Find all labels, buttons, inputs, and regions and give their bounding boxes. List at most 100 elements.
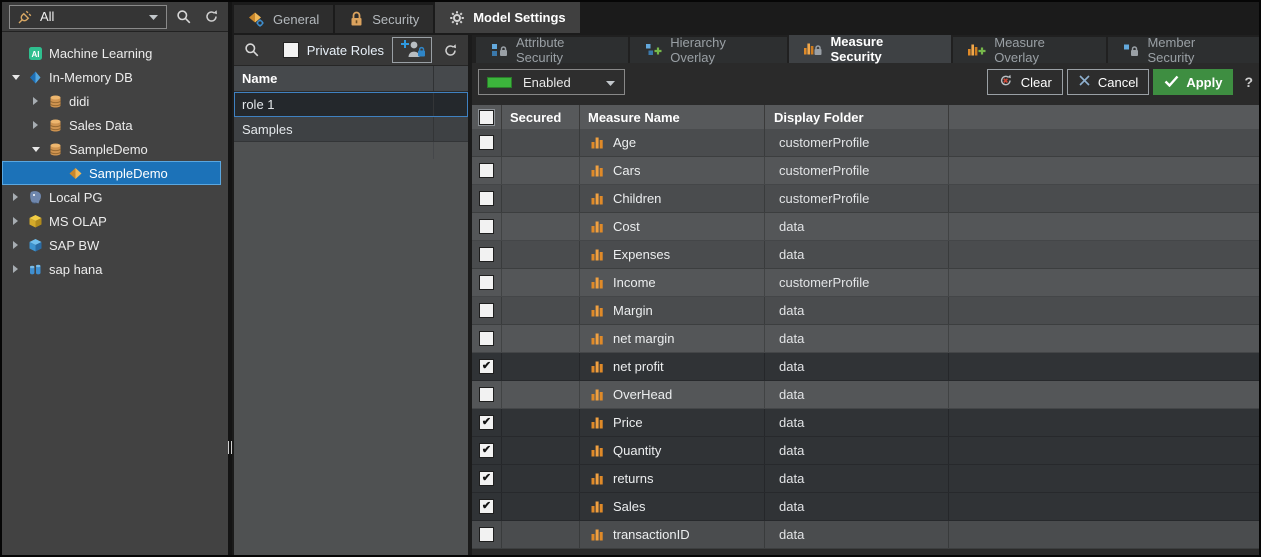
measure-icon — [591, 388, 604, 401]
search-icon[interactable] — [174, 6, 194, 28]
help-button[interactable]: ? — [1244, 74, 1253, 90]
tree-item-sales-data[interactable]: Sales Data — [2, 113, 228, 137]
measure-row-expenses[interactable]: Expensesdata — [472, 241, 1259, 269]
secured-checkbox[interactable] — [479, 135, 494, 150]
measures-table-body: AgecustomerProfileCarscustomerProfileChi… — [472, 129, 1259, 549]
hana-icon — [27, 262, 43, 277]
measure-icon — [591, 248, 604, 261]
secured-checkbox[interactable] — [479, 387, 494, 402]
measure-row-quantity[interactable]: ✔Quantitydata — [472, 437, 1259, 465]
tree-item-didi[interactable]: didi — [2, 89, 228, 113]
secured-checkbox[interactable]: ✔ — [479, 499, 494, 514]
measure-row-income[interactable]: IncomecustomerProfile — [472, 269, 1259, 297]
status-dropdown[interactable]: Enabled — [478, 69, 625, 95]
expand-arrow-icon[interactable] — [30, 121, 41, 129]
expand-arrow-icon[interactable] — [10, 265, 21, 273]
tab-model-settings[interactable]: Model Settings — [435, 2, 579, 33]
tree-item-label: Local PG — [49, 190, 102, 205]
secured-checkbox[interactable] — [479, 219, 494, 234]
measure-icon — [591, 136, 604, 149]
measure-row-transactionid[interactable]: transactionIDdata — [472, 521, 1259, 549]
ai-badge-icon: AI — [27, 46, 43, 61]
tree-item-in-memory-db[interactable]: In-Memory DB — [2, 65, 228, 89]
tab-label: General — [273, 12, 319, 27]
secured-checkbox[interactable] — [479, 275, 494, 290]
content-area: General SecurityModel Settings Private Ro… — [232, 2, 1259, 555]
secured-checkbox[interactable]: ✔ — [479, 471, 494, 486]
measure-name: Cars — [613, 163, 640, 178]
cancel-icon — [1078, 74, 1091, 90]
collapse-arrow-icon[interactable] — [10, 75, 21, 80]
measure-row-net-margin[interactable]: net margindata — [472, 325, 1259, 353]
roles-panel: Private Roles Name role 1Samples — [234, 35, 468, 555]
measure-row-age[interactable]: AgecustomerProfile — [472, 129, 1259, 157]
tab-measure-overlay[interactable]: Measure Overlay — [953, 37, 1106, 63]
expand-arrow-icon[interactable] — [30, 97, 41, 105]
role-row-samples[interactable]: Samples — [234, 117, 468, 142]
measure-row-sales[interactable]: ✔ Sales data — [472, 493, 1259, 521]
measure-row-returns[interactable]: ✔returnsdata — [472, 465, 1259, 493]
measure-row-price[interactable]: ✔Pricedata — [472, 409, 1259, 437]
general-icon — [248, 11, 265, 27]
secured-checkbox[interactable] — [479, 527, 494, 542]
measure-name: Sales — [613, 499, 646, 514]
clear-button[interactable]: Clear — [987, 69, 1063, 95]
tree-item-label: MS OLAP — [49, 214, 107, 229]
connection-tree: AIMachine LearningIn-Memory DB didi Sales … — [2, 32, 228, 281]
refresh-icon[interactable] — [201, 6, 221, 28]
tree-item-sampledemo[interactable]: SampleDemo — [2, 137, 228, 161]
secured-checkbox[interactable]: ✔ — [479, 359, 494, 374]
tab-member-security[interactable]: Member Security — [1108, 37, 1259, 63]
secured-checkbox[interactable] — [479, 331, 494, 346]
tab-hierarchy-overlay[interactable]: Hierarchy Overlay — [630, 37, 787, 63]
tab-security[interactable]: Security — [335, 5, 433, 33]
expand-arrow-icon[interactable] — [10, 241, 21, 249]
measure-row-overhead[interactable]: OverHeaddata — [472, 381, 1259, 409]
add-role-button[interactable] — [392, 37, 432, 63]
tree-item-local-pg[interactable]: Local PG — [2, 185, 228, 209]
expand-arrow-icon[interactable] — [10, 193, 21, 201]
collapse-arrow-icon[interactable] — [30, 147, 41, 152]
status-dropdown-value: Enabled — [523, 75, 571, 90]
apply-button[interactable]: Apply — [1153, 69, 1233, 95]
display-folder: data — [779, 499, 804, 514]
tree-item-sampledemo[interactable]: SampleDemo — [2, 161, 221, 185]
secured-checkbox[interactable] — [479, 191, 494, 206]
tree-item-machine-learning[interactable]: AIMachine Learning — [2, 41, 228, 65]
display-folder: data — [779, 359, 804, 374]
action-bar: Enabled Clear Cancel — [472, 63, 1259, 101]
tree-item-label: didi — [69, 94, 89, 109]
cancel-button[interactable]: Cancel — [1067, 69, 1149, 95]
refresh-icon[interactable] — [440, 39, 460, 61]
tree-item-sap-bw[interactable]: SAP BW — [2, 233, 228, 257]
select-all-checkbox[interactable] — [479, 110, 494, 125]
measure-icon — [591, 332, 604, 345]
secured-checkbox[interactable] — [479, 163, 494, 178]
model-icon — [67, 166, 83, 181]
secured-checkbox[interactable]: ✔ — [479, 415, 494, 430]
secured-checkbox[interactable] — [479, 303, 494, 318]
tab-general[interactable]: General — [234, 5, 333, 33]
private-roles-checkbox[interactable] — [283, 42, 299, 58]
display-folder: data — [779, 331, 804, 346]
measure-row-cars[interactable]: CarscustomerProfile — [472, 157, 1259, 185]
measure-row-cost[interactable]: Costdata — [472, 213, 1259, 241]
measure-row-net-profit[interactable]: ✔net profitdata — [472, 353, 1259, 381]
check-icon — [1164, 75, 1179, 90]
measure-name: Quantity — [613, 443, 661, 458]
tab-label: Hierarchy Overlay — [670, 35, 772, 65]
tab-measure-security[interactable]: Measure Security — [789, 35, 951, 63]
secured-checkbox[interactable] — [479, 247, 494, 262]
tree-item-sap-hana[interactable]: sap hana — [2, 257, 228, 281]
measure-name: Age — [613, 135, 636, 150]
expand-arrow-icon[interactable] — [10, 217, 21, 225]
connection-filter-dropdown[interactable]: All — [9, 5, 167, 29]
role-row-role-1[interactable]: role 1 — [234, 92, 468, 117]
secured-checkbox[interactable]: ✔ — [479, 443, 494, 458]
secured-column-header: Secured — [510, 110, 561, 125]
measure-row-children[interactable]: ChildrencustomerProfile — [472, 185, 1259, 213]
tab-attribute-security[interactable]: Attribute Security — [476, 37, 628, 63]
tree-item-ms-olap[interactable]: MS OLAP — [2, 209, 228, 233]
measure-row-margin[interactable]: Margindata — [472, 297, 1259, 325]
search-icon[interactable] — [242, 39, 262, 61]
